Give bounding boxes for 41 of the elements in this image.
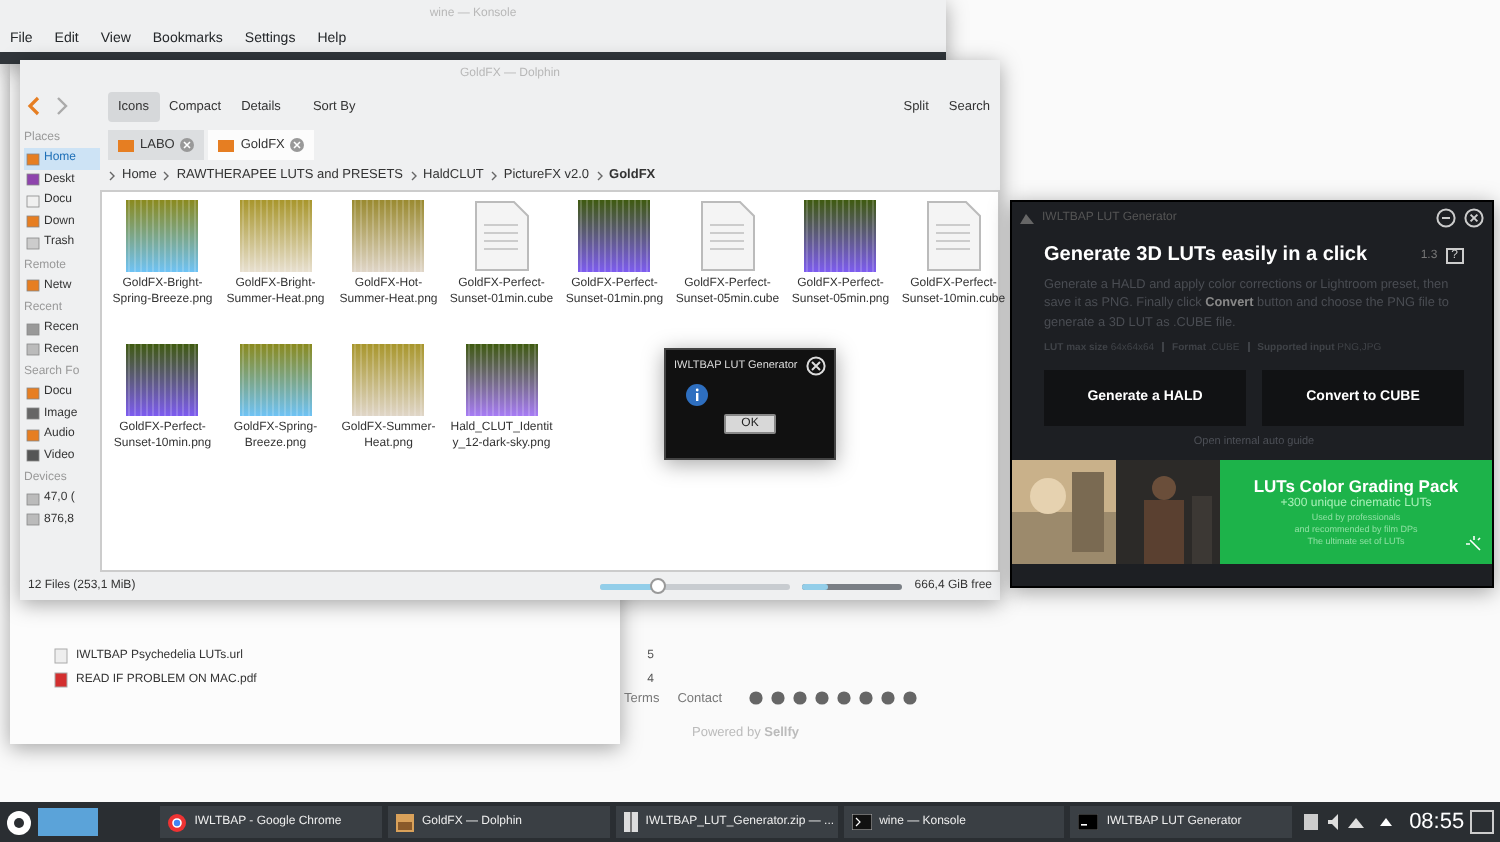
chevron-icon — [409, 169, 418, 181]
archive-icon — [623, 812, 638, 832]
clock: 08:55 — [1409, 810, 1465, 834]
image-thumbnail — [352, 344, 425, 416]
file-manager-icon — [396, 813, 414, 831]
browser-icon — [168, 813, 187, 831]
document-icon — [699, 200, 756, 272]
social-icons[interactable] — [748, 690, 921, 706]
link-file-icon — [54, 648, 68, 664]
terminal-icon — [851, 814, 872, 830]
image-thumbnail — [352, 200, 425, 272]
chevron-icon — [108, 169, 116, 181]
info-icon — [686, 384, 708, 406]
terminal-icon — [1078, 814, 1099, 830]
launcher-icon[interactable] — [6, 809, 32, 835]
zoom-slider[interactable] — [600, 583, 791, 589]
chevron-icon — [162, 169, 171, 181]
document-icon — [925, 200, 982, 272]
image-thumbnail — [126, 344, 199, 416]
slider-thumb[interactable] — [649, 577, 666, 593]
image-thumbnail — [578, 200, 651, 272]
app-icon — [1020, 211, 1034, 223]
document-icon — [473, 200, 530, 272]
close-icon[interactable] — [1464, 207, 1484, 227]
image-thumbnail — [804, 200, 877, 272]
minimize-icon[interactable] — [1436, 207, 1456, 227]
cursor-click-icon — [1466, 535, 1484, 554]
close-icon[interactable] — [806, 356, 826, 376]
chevron-icon — [595, 169, 604, 181]
image-thumbnail — [126, 200, 199, 272]
pdf-icon — [54, 672, 68, 688]
trash-icon — [26, 235, 40, 250]
show-desktop-icon[interactable] — [1470, 810, 1494, 834]
image-thumbnail — [239, 344, 312, 416]
image-thumbnail — [465, 344, 538, 416]
image-thumbnail — [239, 200, 312, 272]
drive-icon — [26, 342, 40, 357]
banner-title: LUTs Color Grading Pack — [1253, 476, 1459, 497]
heading: Generate 3D LUTs easily in a click — [1044, 244, 1370, 266]
chevron-icon — [489, 169, 498, 181]
clock-icon — [26, 321, 40, 336]
